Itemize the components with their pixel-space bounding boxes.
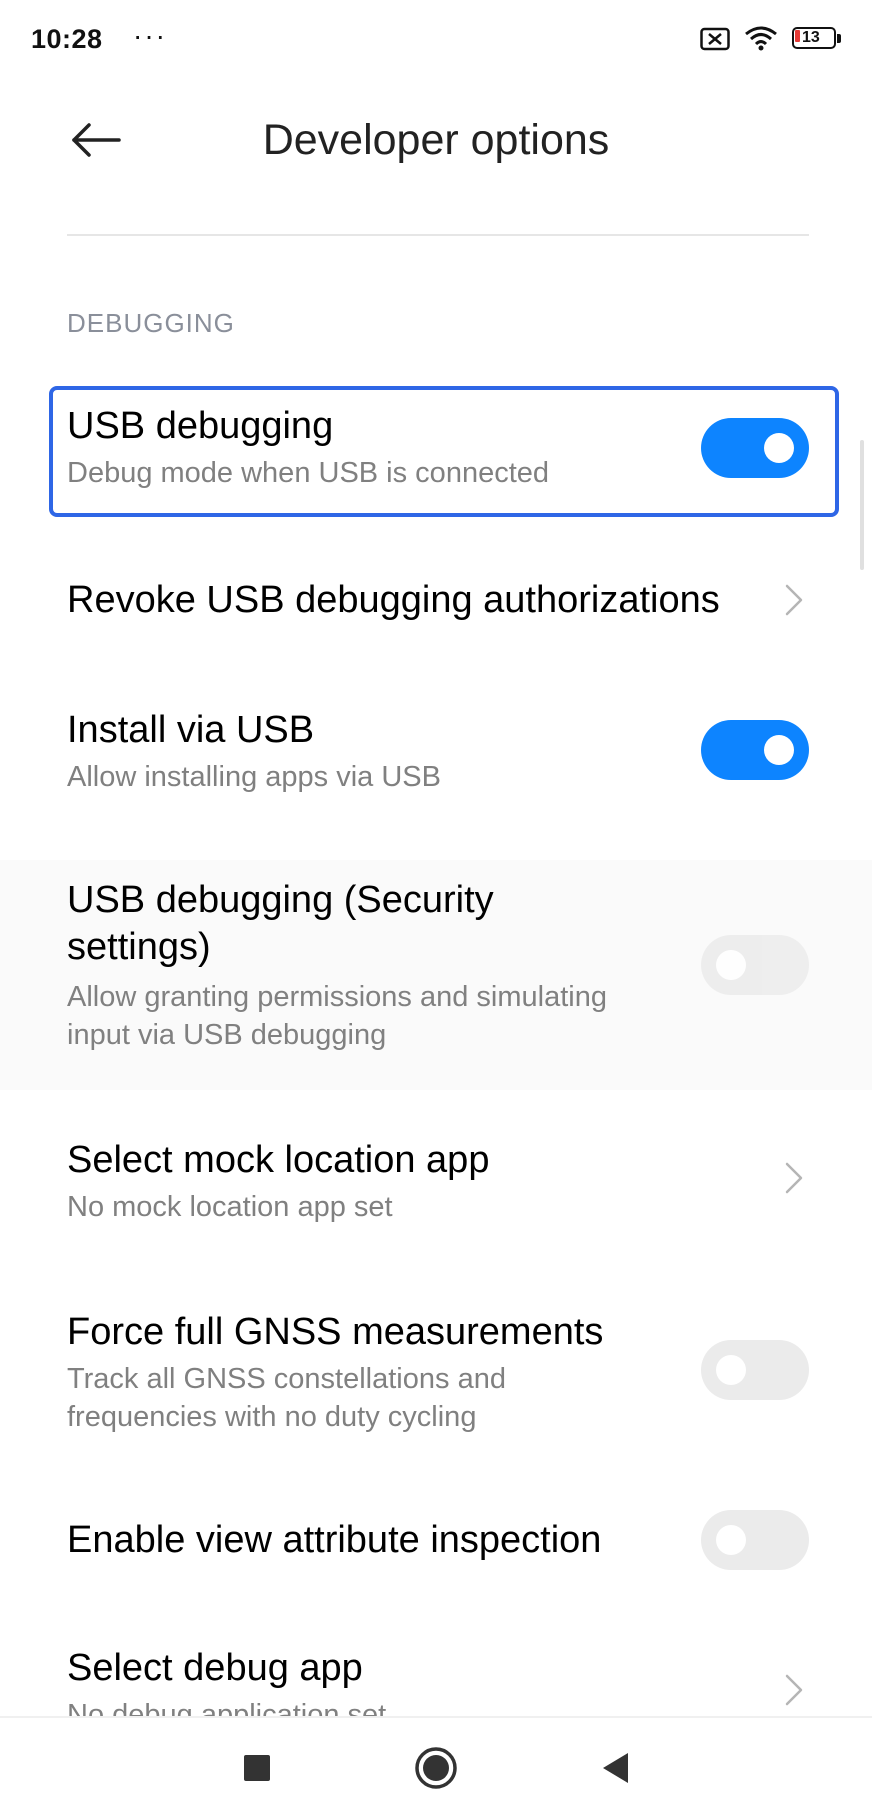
status-time: 10:28 <box>31 24 103 54</box>
chevron-right-icon <box>785 584 803 616</box>
usb-debugging-security-toggle[interactable] <box>701 935 809 995</box>
item-title: Enable view attribute inspection <box>67 1519 602 1561</box>
item-subtitle: Debug mode when USB is connected <box>67 457 550 489</box>
item-subtitle-line1: Track all GNSS constellations and <box>67 1363 506 1395</box>
home-button[interactable] <box>414 1746 458 1790</box>
list-item-usb-debugging[interactable]: USB debugging Debug mode when USB is con… <box>0 386 872 517</box>
item-title: Select debug app <box>67 1647 363 1689</box>
item-title-line2: settings) <box>67 926 211 968</box>
toggle-knob <box>764 735 794 765</box>
chevron-right-icon <box>785 1674 803 1706</box>
battery-level: 13 <box>802 29 820 46</box>
item-subtitle: No debug application set <box>67 1699 387 1716</box>
item-title: Force full GNSS measurements <box>67 1311 604 1353</box>
battery-fill <box>795 30 800 42</box>
toggle-knob <box>716 950 746 980</box>
sim-off-icon <box>700 27 730 51</box>
status-icons: 13 <box>700 26 842 52</box>
header: Developer options <box>0 84 872 194</box>
chevron-right-icon <box>785 1162 803 1194</box>
item-subtitle-line2: frequencies with no duty cycling <box>67 1401 477 1433</box>
item-title: USB debugging <box>67 405 334 447</box>
more-notifications-icon: ··· <box>133 20 167 51</box>
back-nav-button[interactable] <box>593 1746 637 1790</box>
list-item-select-mock-location-app[interactable]: Select mock location app No mock locatio… <box>0 1120 872 1240</box>
scrollbar[interactable] <box>860 440 864 570</box>
page-title: Developer options <box>262 116 610 164</box>
status-bar: 10:28 ··· 13 <box>0 0 872 84</box>
item-title: Select mock location app <box>67 1139 490 1181</box>
list-item-revoke-usb-authorizations[interactable]: Revoke USB debugging authorizations <box>0 560 872 640</box>
home-circle-icon <box>415 1747 457 1789</box>
section-label-debugging: DEBUGGING <box>67 308 235 338</box>
recents-square-icon <box>244 1755 270 1781</box>
item-title: Install via USB <box>67 709 315 751</box>
item-subtitle: Allow installing apps via USB <box>67 761 441 793</box>
toggle-knob <box>716 1355 746 1385</box>
item-subtitle-line2: input via USB debugging <box>67 1019 387 1051</box>
back-triangle-icon <box>603 1753 628 1783</box>
list-item-force-full-gnss[interactable]: Force full GNSS measurements Track all G… <box>0 1292 872 1452</box>
wifi-icon <box>744 26 778 52</box>
navigation-bar <box>0 1716 872 1816</box>
force-gnss-toggle[interactable] <box>701 1340 809 1400</box>
header-divider <box>67 234 809 236</box>
toggle-knob <box>716 1525 746 1555</box>
install-via-usb-toggle[interactable] <box>701 720 809 780</box>
item-subtitle-line1: Allow granting permissions and simulatin… <box>67 981 607 1013</box>
screen: 10:28 ··· 13 Developer options DEBUGGING… <box>0 0 872 1816</box>
item-title-line1: USB debugging (Security <box>67 879 494 921</box>
toggle-knob <box>764 433 794 463</box>
list-item-select-debug-app[interactable]: Select debug app No debug application se… <box>0 1628 872 1716</box>
list-item-usb-debugging-security[interactable]: USB debugging (Security settings) Allow … <box>0 860 872 1090</box>
view-attribute-inspection-toggle[interactable] <box>701 1510 809 1570</box>
recents-button[interactable] <box>235 1746 279 1790</box>
battery-tip <box>837 34 841 43</box>
item-title: Revoke USB debugging authorizations <box>67 579 720 621</box>
battery-icon: 13 <box>792 27 842 51</box>
list-item-view-attribute-inspection[interactable]: Enable view attribute inspection <box>0 1500 872 1580</box>
list-item-install-via-usb[interactable]: Install via USB Allow installing apps vi… <box>0 690 872 810</box>
usb-debugging-toggle[interactable] <box>701 418 809 478</box>
item-subtitle: No mock location app set <box>67 1191 393 1223</box>
